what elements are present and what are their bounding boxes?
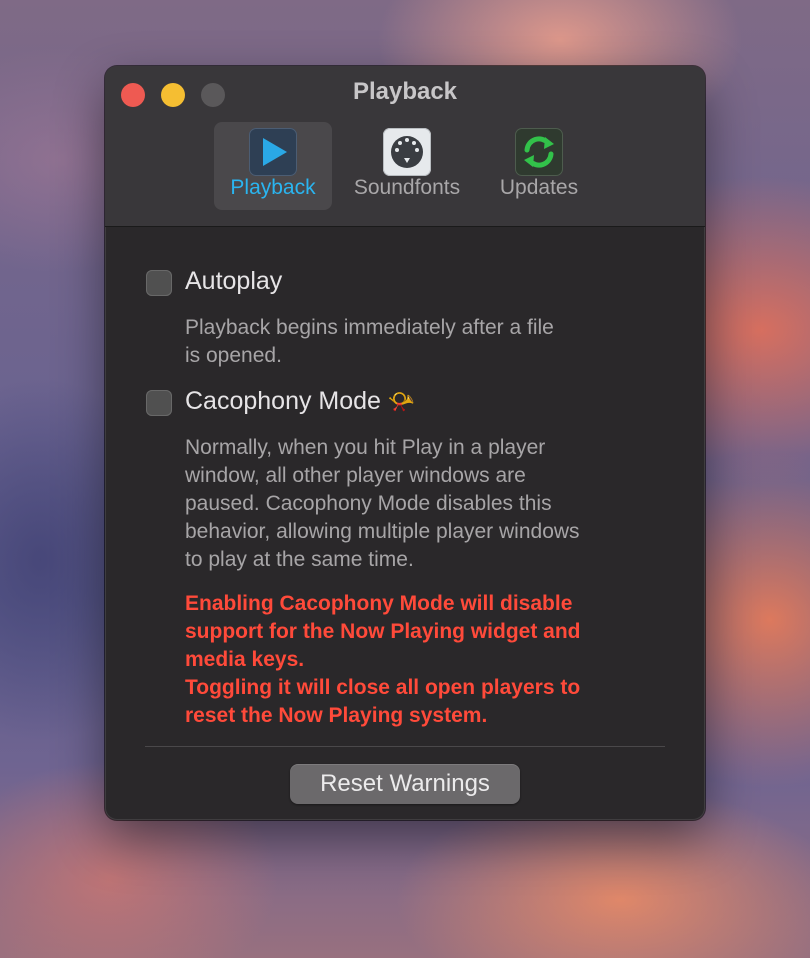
cacophony-mode-label[interactable]: Cacophony Mode 📯: [185, 387, 415, 416]
refresh-icon: [515, 128, 563, 176]
tab-updates[interactable]: Updates: [487, 122, 591, 210]
cacophony-mode-label-text: Cacophony Mode: [185, 387, 381, 415]
titlebar: Playback Playback Soundfonts Updates: [105, 66, 705, 227]
preferences-window: Playback Playback Soundfonts Updates Aut…: [105, 66, 705, 820]
cacophony-description-line: Normally, when you hit Play in a player: [185, 436, 546, 459]
cacophony-description-line: behavior, allowing multiple player windo…: [185, 520, 580, 543]
cacophony-mode-checkbox[interactable]: [146, 390, 172, 416]
tab-updates-label: Updates: [499, 176, 579, 199]
warning-line: Enabling Cacophony Mode will disable: [185, 592, 573, 615]
autoplay-description-line: is opened.: [185, 344, 282, 367]
play-icon: [249, 128, 297, 176]
postal-horn-icon: 📯: [387, 389, 416, 414]
tab-playback[interactable]: Playback: [214, 122, 332, 210]
autoplay-description: Playback begins immediately after a file…: [185, 314, 655, 370]
autoplay-checkbox[interactable]: [146, 270, 172, 296]
cacophony-mode-description: Normally, when you hit Play in a player …: [185, 434, 655, 574]
tab-playback-label: Playback: [230, 176, 316, 199]
tab-soundfonts[interactable]: Soundfonts: [343, 122, 471, 210]
cacophony-description-line: window, all other player windows are: [185, 464, 526, 487]
autoplay-label[interactable]: Autoplay: [185, 267, 282, 296]
warning-line: support for the Now Playing widget and: [185, 620, 581, 643]
reset-warnings-button[interactable]: Reset Warnings: [290, 764, 520, 804]
cacophony-description-line: paused. Cacophony Mode disables this: [185, 492, 552, 515]
midi-connector-icon: [383, 128, 431, 176]
warning-line: media keys.: [185, 648, 305, 671]
warning-line: reset the Now Playing system.: [185, 704, 488, 727]
autoplay-description-line: Playback begins immediately after a file: [185, 316, 554, 339]
window-title: Playback: [352, 78, 458, 105]
cacophony-description-line: to play at the same time.: [185, 548, 414, 571]
divider: [145, 746, 665, 747]
tab-soundfonts-label: Soundfonts: [353, 176, 461, 199]
warning-line: Toggling it will close all open players …: [185, 676, 581, 699]
cacophony-mode-warning: Enabling Cacophony Mode will disable sup…: [185, 590, 655, 730]
